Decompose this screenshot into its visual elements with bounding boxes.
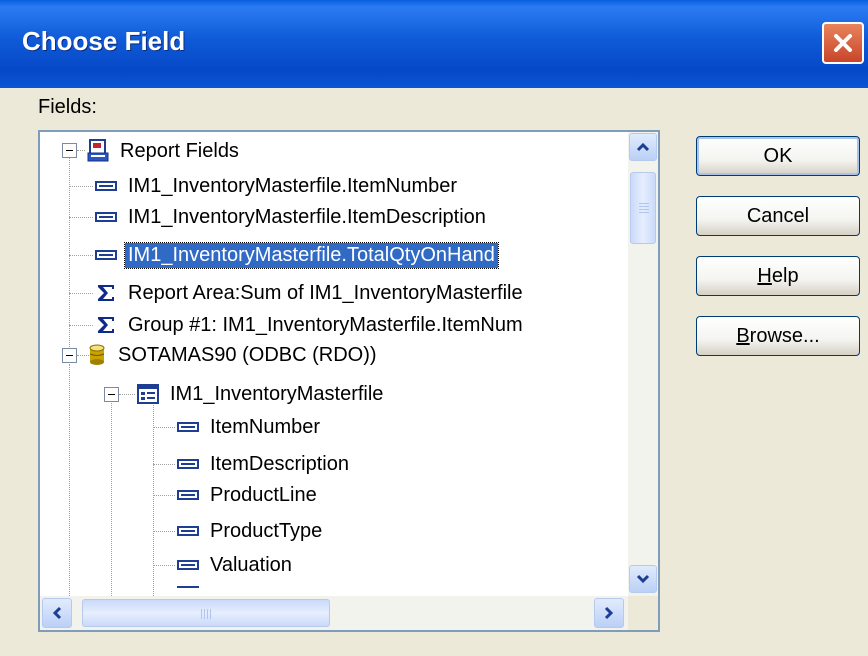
- tree-item-label: IM1_InventoryMasterfile.TotalQtyOnHand: [124, 241, 499, 269]
- tree-item-productline[interactable]: ProductLine: [177, 480, 320, 510]
- tree-item-label: ItemNumber: [210, 415, 321, 438]
- chevron-right-icon: [604, 606, 614, 620]
- tree-item-label: Report Fields: [120, 139, 239, 162]
- scroll-left-button[interactable]: [42, 598, 72, 628]
- tree-connector: [69, 186, 93, 187]
- tree-connector: [69, 364, 70, 596]
- sigma-icon: [98, 285, 114, 301]
- browse-mnemonic: B: [736, 324, 750, 347]
- tree-item-group1[interactable]: Group #1: IM1_InventoryMasterfile.ItemNu…: [95, 310, 526, 340]
- chevron-down-icon: [636, 574, 650, 584]
- tree-item-valuation[interactable]: Valuation: [177, 550, 295, 580]
- tree-content: Report Fields IM1_InventoryMasterfile.It…: [40, 132, 628, 596]
- tree-item-label: Report Area:Sum of IM1_InventoryMasterfi…: [128, 281, 523, 304]
- tree-connector: [153, 402, 154, 596]
- horizontal-scroll-thumb[interactable]: [82, 599, 330, 627]
- tree-item-totalqtyonhand-field[interactable]: IM1_InventoryMasterfile.TotalQtyOnHand: [95, 240, 499, 270]
- field-icon: [177, 422, 199, 432]
- scroll-up-button[interactable]: [629, 133, 657, 161]
- field-icon: [177, 560, 199, 570]
- chevron-up-icon: [636, 142, 650, 152]
- tree-item-report-fields[interactable]: Report Fields: [87, 136, 242, 166]
- minus-icon: [66, 355, 73, 356]
- ok-button[interactable]: OK: [696, 136, 860, 176]
- scrollbar-corner: [628, 596, 658, 630]
- tree-item-label: SOTAMAS90 (ODBC (RDO)): [118, 343, 377, 366]
- tree-item-label: Valuation: [210, 553, 292, 576]
- tree-connector: [153, 531, 175, 532]
- fields-label: Fields:: [38, 96, 97, 118]
- tree-connector: [69, 217, 93, 218]
- grip-icon: [639, 203, 649, 204]
- tree-item-clipped: [177, 586, 357, 596]
- horizontal-scrollbar[interactable]: [40, 596, 628, 630]
- tree-connector: [69, 255, 93, 256]
- collapse-im1-inventory-masterfile[interactable]: [104, 387, 119, 402]
- vertical-scrollbar[interactable]: [628, 132, 658, 596]
- tree-connector: [69, 293, 93, 294]
- help-label: elp: [771, 264, 799, 287]
- browse-label: rowse...: [749, 324, 820, 347]
- field-icon: [95, 250, 117, 260]
- help-button[interactable]: Help: [696, 256, 860, 296]
- collapse-sotamas90[interactable]: [62, 348, 77, 363]
- grip-icon: [201, 609, 202, 619]
- field-icon: [177, 586, 199, 588]
- field-icon: [95, 212, 117, 222]
- tree-connector: [153, 495, 175, 496]
- browse-button[interactable]: Browse...: [696, 316, 860, 356]
- tree-item-label: IM1_InventoryMasterfile: [170, 382, 384, 405]
- vertical-scroll-thumb[interactable]: [630, 172, 656, 244]
- collapse-report-fields[interactable]: [62, 143, 77, 158]
- tree-item-im1-inventorymasterfile[interactable]: IM1_InventoryMasterfile: [137, 379, 386, 409]
- tree-item-producttype[interactable]: ProductType: [177, 516, 325, 546]
- choose-field-dialog: Choose Field Fields: Report Fields IM1_I…: [0, 0, 868, 656]
- minus-icon: [66, 150, 73, 151]
- field-icon: [177, 459, 199, 469]
- tree-connector: [153, 427, 175, 428]
- tree-item-label: Group #1: IM1_InventoryMasterfile.ItemNu…: [128, 313, 523, 336]
- tree-connector: [69, 325, 93, 326]
- tree-connector: [153, 464, 175, 465]
- field-icon: [177, 490, 199, 500]
- chevron-left-icon: [52, 606, 62, 620]
- ok-label: OK: [763, 144, 793, 167]
- tree-item-itemdescription[interactable]: ItemDescription: [177, 449, 352, 479]
- window-title: Choose Field: [22, 26, 186, 56]
- title-bar[interactable]: Choose Field: [0, 0, 868, 88]
- tree-item-report-area-sum[interactable]: Report Area:Sum of IM1_InventoryMasterfi…: [95, 278, 526, 308]
- tree-item-sotamas90[interactable]: SOTAMAS90 (ODBC (RDO)): [87, 340, 380, 370]
- minus-icon: [108, 394, 115, 395]
- cancel-button[interactable]: Cancel: [696, 196, 860, 236]
- scroll-down-button[interactable]: [629, 565, 657, 593]
- tree-connector: [77, 150, 85, 151]
- close-button[interactable]: [822, 22, 864, 64]
- sigma-icon: [98, 317, 114, 333]
- tree-item-label: ProductType: [210, 519, 323, 542]
- tree-item-label: ItemDescription: [210, 452, 349, 475]
- tree-item-itemdescription-field[interactable]: IM1_InventoryMasterfile.ItemDescription: [95, 202, 489, 232]
- tree-item-label: IM1_InventoryMasterfile.ItemNumber: [128, 174, 458, 197]
- fields-tree[interactable]: Report Fields IM1_InventoryMasterfile.It…: [38, 130, 660, 632]
- scroll-right-button[interactable]: [594, 598, 624, 628]
- help-mnemonic: H: [757, 264, 772, 287]
- tree-connector: [111, 390, 112, 596]
- report-icon: [87, 139, 109, 162]
- tree-item-label: IM1_InventoryMasterfile.ItemDescription: [128, 205, 486, 228]
- tree-item-label: ProductLine: [210, 483, 317, 506]
- table-icon: [137, 384, 159, 404]
- field-icon: [177, 526, 199, 536]
- tree-connector: [119, 394, 135, 395]
- field-icon: [95, 181, 117, 191]
- database-icon: [89, 344, 105, 365]
- close-icon: [834, 34, 852, 52]
- tree-connector: [153, 565, 175, 566]
- cancel-label: Cancel: [746, 204, 810, 227]
- tree-item-itemnumber-field[interactable]: IM1_InventoryMasterfile.ItemNumber: [95, 171, 460, 201]
- tree-item-itemnumber[interactable]: ItemNumber: [177, 412, 323, 442]
